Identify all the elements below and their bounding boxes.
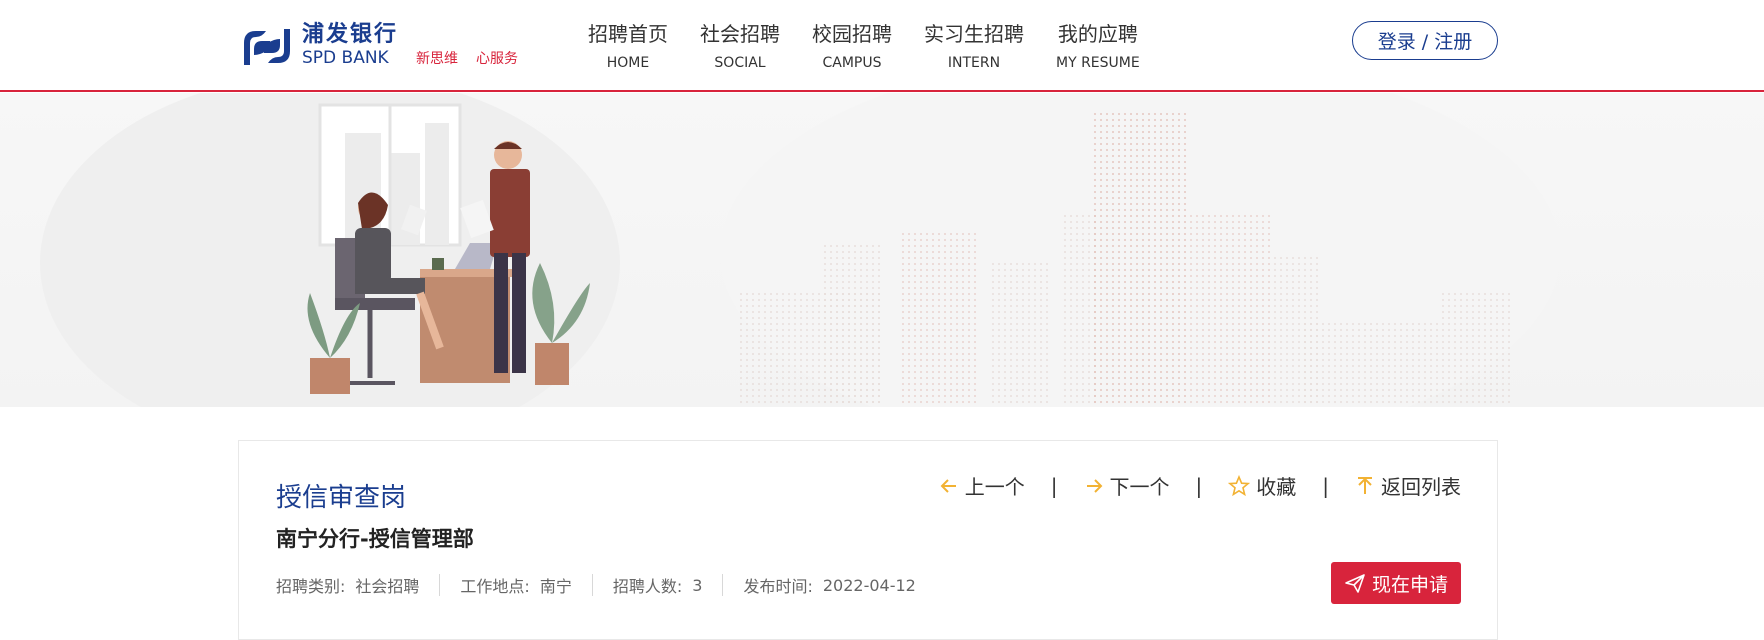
apply-now-label: 现在申请 — [1371, 573, 1448, 596]
login-register-button[interactable]: 登录 / 注册 — [1352, 21, 1498, 60]
nav-home[interactable]: 招聘首页 HOME — [588, 20, 668, 74]
meta-location-label: 工作地点: — [460, 577, 530, 596]
nav-campus[interactable]: 校园招聘 CAMPUS — [812, 20, 892, 74]
paper-plane-icon — [1345, 574, 1365, 593]
nav-intern-sublabel: INTERN — [947, 55, 1001, 71]
meta-divider — [722, 574, 724, 596]
nav-social[interactable]: 社会招聘 SOCIAL — [700, 20, 780, 74]
site-header: 浦发银行 SPD BANK 新思维 心服务 招聘首页 HOME 社会招聘 SOC… — [0, 0, 1764, 92]
slogan-part-1: 新思维 — [416, 51, 458, 67]
meta-publish-date-label: 发布时间: — [743, 577, 813, 596]
next-job-label: 下一个 — [1109, 475, 1170, 499]
main-nav: 招聘首页 HOME 社会招聘 SOCIAL 校园招聘 CAMPUS 实习生招聘 … — [588, 20, 1172, 74]
meta-publish-date: 发布时间: 2022-04-12 — [743, 573, 915, 597]
hero-banner — [0, 93, 1764, 407]
right-arrow-icon — [1086, 478, 1102, 493]
nav-campus-sublabel: CAMPUS — [822, 55, 882, 71]
spd-logo-icon — [244, 29, 290, 65]
job-title: 授信审查岗 — [276, 483, 407, 513]
meta-headcount-label: 招聘人数: — [612, 577, 683, 596]
job-actions: 上一个 | 下一个 | 收藏 | 返回列表 — [939, 471, 1461, 500]
action-divider: | — [1322, 473, 1329, 498]
favorite-link[interactable]: 收藏 — [1228, 471, 1296, 500]
back-to-list-label: 返回列表 — [1381, 475, 1461, 499]
nav-my-resume[interactable]: 我的应聘 MY RESUME — [1056, 20, 1140, 74]
nav-campus-label: 校园招聘 — [812, 22, 892, 46]
slogan: 新思维 心服务 — [416, 48, 518, 68]
meta-divider — [591, 574, 593, 596]
meta-location: 工作地点: 南宁 — [460, 573, 571, 597]
banner-illustration — [40, 93, 1560, 407]
back-to-list-link[interactable]: 返回列表 — [1355, 471, 1461, 500]
nav-social-sublabel: SOCIAL — [714, 55, 766, 71]
nav-social-label: 社会招聘 — [700, 22, 780, 46]
nav-home-sublabel: HOME — [606, 55, 650, 71]
action-divider: | — [1195, 473, 1203, 498]
up-arrow-icon — [1358, 476, 1372, 494]
meta-publish-date-value: 2022-04-12 — [822, 575, 916, 595]
meta-headcount-value: 3 — [692, 575, 703, 595]
job-department: 南宁分行-授信管理部 — [276, 527, 474, 551]
prev-job-label: 上一个 — [964, 475, 1025, 499]
left-arrow-icon — [940, 478, 956, 493]
next-job-link[interactable]: 下一个 — [1084, 471, 1170, 500]
nav-my-resume-sublabel: MY RESUME — [1056, 55, 1140, 71]
logo-chinese-name: 浦发银行 — [302, 22, 399, 47]
job-detail-card: 授信审查岗 南宁分行-授信管理部 上一个 | 下一个 | 收藏 | 返回列表 招… — [238, 440, 1498, 640]
star-icon — [1228, 474, 1251, 496]
logo[interactable]: 浦发银行 SPD BANK — [240, 22, 398, 72]
apply-now-button[interactable]: 现在申请 — [1331, 562, 1461, 604]
favorite-label: 收藏 — [1256, 475, 1297, 499]
prev-job-link[interactable]: 上一个 — [939, 471, 1025, 500]
meta-headcount: 招聘人数: 3 — [613, 573, 703, 597]
nav-intern-label: 实习生招聘 — [924, 22, 1024, 46]
slogan-part-2: 心服务 — [476, 51, 518, 67]
meta-category-label: 招聘类别: — [276, 577, 346, 596]
meta-category-value: 社会招聘 — [355, 577, 420, 596]
action-divider: | — [1050, 473, 1058, 498]
nav-intern[interactable]: 实习生招聘 INTERN — [924, 20, 1024, 74]
meta-category: 招聘类别: 社会招聘 — [276, 573, 419, 597]
job-meta: 招聘类别: 社会招聘 工作地点: 南宁 招聘人数: 3 发布时间: 2022-0… — [276, 573, 916, 597]
meta-divider — [439, 574, 441, 596]
meta-location-value: 南宁 — [539, 577, 572, 596]
nav-home-label: 招聘首页 — [588, 22, 668, 46]
logo-english-name: SPD BANK — [302, 48, 389, 68]
nav-my-resume-label: 我的应聘 — [1057, 22, 1138, 46]
